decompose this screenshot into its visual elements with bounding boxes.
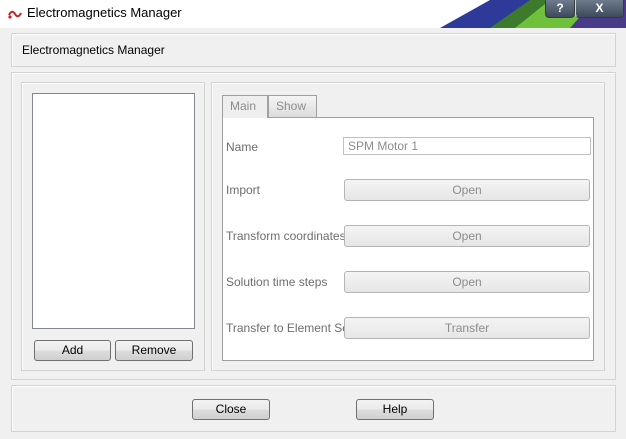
header-label: Electromagnetics Manager xyxy=(22,43,165,57)
add-button[interactable]: Add xyxy=(34,340,111,361)
item-list[interactable] xyxy=(32,93,195,329)
app-icon xyxy=(8,10,22,19)
transfer-button[interactable]: Transfer xyxy=(344,317,590,339)
solution-time-steps-label: Solution time steps xyxy=(226,275,328,289)
help-button[interactable]: Help xyxy=(356,399,434,420)
import-label: Import xyxy=(226,183,261,197)
import-open-button[interactable]: Open xyxy=(344,179,590,201)
title-bar: Electromagnetics Manager ? X xyxy=(0,0,626,28)
remove-button[interactable]: Remove xyxy=(115,340,193,361)
close-button[interactable]: Close xyxy=(192,399,270,420)
tab-main[interactable]: Main xyxy=(222,95,268,118)
transform-coordinates-label: Transform coordinates xyxy=(226,229,346,243)
window-help-button[interactable]: ? xyxy=(545,0,575,18)
window-close-button[interactable]: X xyxy=(575,0,624,18)
tab-show[interactable]: Show xyxy=(268,95,317,117)
name-input[interactable] xyxy=(343,137,591,155)
transfer-to-element-set-label: Transfer to Element Set xyxy=(226,321,353,335)
footer-panel xyxy=(11,385,616,432)
name-label: Name xyxy=(226,140,259,154)
solution-time-steps-open-button[interactable]: Open xyxy=(344,271,590,293)
window-title: Electromagnetics Manager xyxy=(27,5,182,20)
transform-coordinates-open-button[interactable]: Open xyxy=(344,225,590,247)
